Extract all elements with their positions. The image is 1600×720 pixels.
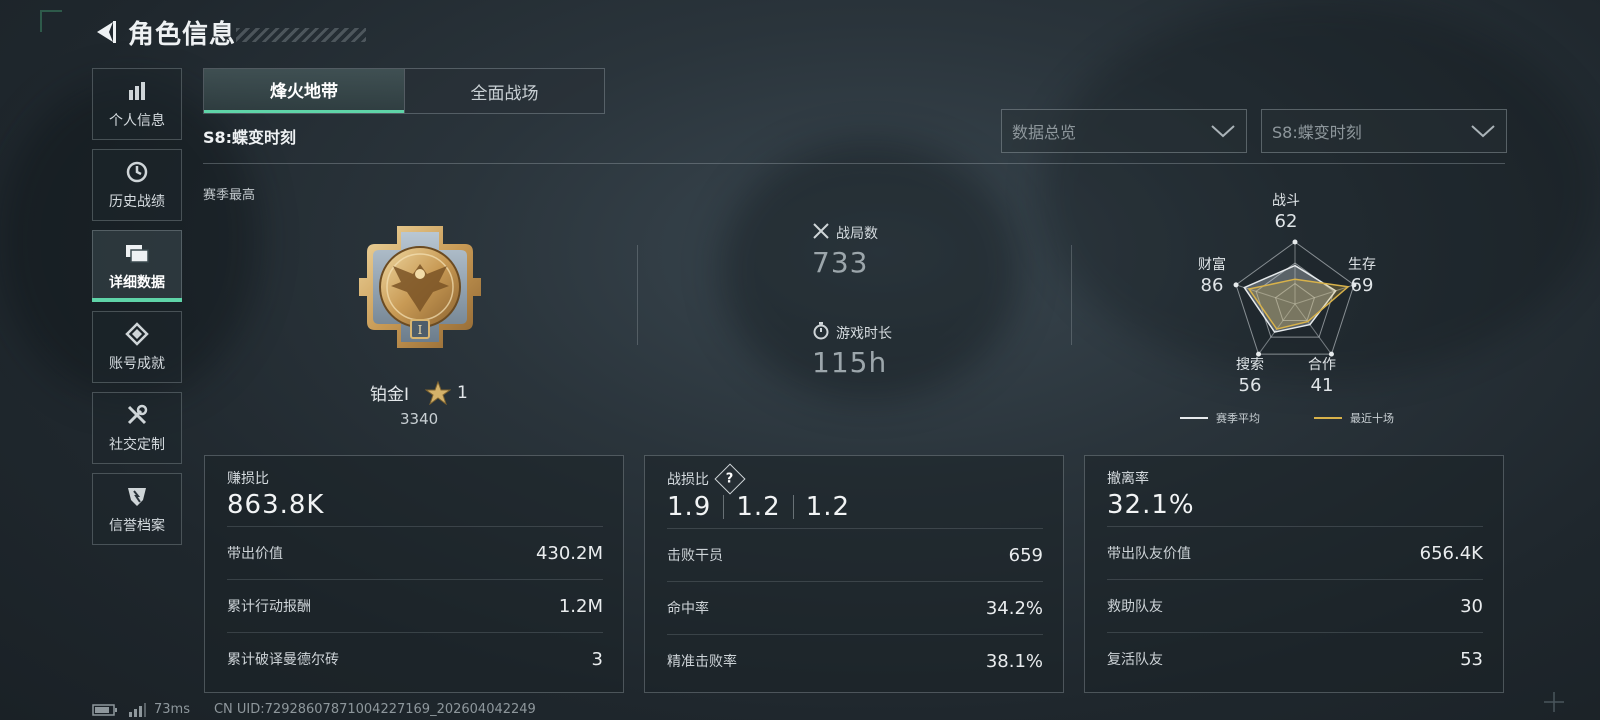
kd-value-2: 1.2 xyxy=(736,492,781,522)
battery-icon xyxy=(92,703,117,716)
card-value: 32.1% xyxy=(1107,490,1195,520)
sidebar: 个人信息 历史战绩 详细数据 账号成就 社交定制 信誉档案 xyxy=(92,68,182,554)
back-arrow-icon xyxy=(97,21,116,43)
tools-icon xyxy=(124,402,150,428)
sidebar-item-label: 历史战绩 xyxy=(109,194,165,210)
dropdown-value: 数据总览 xyxy=(1012,123,1077,142)
kd-values: 1.9 1.2 1.2 xyxy=(667,492,1043,522)
bar-chart-icon xyxy=(124,78,150,104)
playtime-value: 115h xyxy=(812,346,888,379)
corner-decoration xyxy=(40,10,62,32)
extract-card: 撤离率 32.1% 带出队友价值 656.4K 救助队友 30 复活队友 53 xyxy=(1084,455,1504,693)
list-item: 累计行动报酬 1.2M xyxy=(227,579,603,632)
svg-text:I: I xyxy=(418,323,423,337)
sidebar-item-social[interactable]: 社交定制 xyxy=(92,392,182,464)
star-icon xyxy=(425,380,452,405)
platinum-rank-emblem-icon: I xyxy=(359,226,481,348)
radar-label-search: 搜索 56 xyxy=(1236,357,1264,396)
sidebar-item-label: 账号成就 xyxy=(109,356,165,372)
rank-badge: I xyxy=(355,222,485,356)
sidebar-item-label: 社交定制 xyxy=(109,437,165,453)
kd-value-1: 1.9 xyxy=(667,492,712,522)
crossed-swords-icon xyxy=(812,222,830,244)
season-high-label: 赛季最高 xyxy=(203,188,256,203)
sidebar-item-achievements[interactable]: 账号成就 xyxy=(92,311,182,383)
status-bar: 73ms CN UID:7292860787100422716​9_202604… xyxy=(92,702,536,717)
list-item: 命中率 34.2% xyxy=(667,581,1043,634)
sidebar-item-personal-info[interactable]: 个人信息 xyxy=(92,68,182,140)
matches-stat: 战局数 733 xyxy=(812,222,878,279)
legend-item-season-avg: 赛季平均 xyxy=(1180,410,1260,426)
combat-card: 战损比 ? 1.9 1.2 1.2 击败干员 659 命中率 34.2% 精准击败率… xyxy=(644,455,1064,693)
shield-badge-icon xyxy=(124,483,150,509)
sidebar-item-label: 信誉档案 xyxy=(109,518,165,534)
tab-warfare[interactable]: 全面战场 xyxy=(404,69,604,113)
card-value: 863.8K xyxy=(227,490,325,520)
radar-legend: 赛季平均 最近十场 xyxy=(1180,410,1448,426)
divider xyxy=(637,245,638,345)
card-label: 战损比 xyxy=(667,472,709,488)
playtime-label: 游戏时长 xyxy=(836,326,892,342)
back-button[interactable] xyxy=(90,17,120,47)
radar-label-survival: 生存 69 xyxy=(1348,257,1376,296)
chevron-down-icon xyxy=(1471,125,1495,138)
folders-icon xyxy=(124,240,150,266)
list-item: 救助队友 30 xyxy=(1107,579,1483,632)
profit-card: 赚损比 863.8K 带出价值 430.2M 累计行动报酬 1.2M 累计破译曼德尔… xyxy=(204,455,624,693)
help-icon[interactable]: ? xyxy=(714,463,746,495)
list-item: 带出队友价值 656.4K xyxy=(1107,526,1483,579)
signal-icon xyxy=(129,702,146,717)
achievement-icon xyxy=(124,321,150,347)
divider xyxy=(203,163,1505,164)
sidebar-item-label: 详细数据 xyxy=(109,275,165,291)
list-item: 击败干员 659 xyxy=(667,528,1043,581)
page-title: 角色信息 xyxy=(128,19,237,50)
ping-value: 73ms xyxy=(154,702,190,717)
card-label: 撤离率 xyxy=(1107,471,1149,487)
sidebar-item-detailed-data[interactable]: 详细数据 xyxy=(92,230,182,302)
sidebar-item-history[interactable]: 历史战绩 xyxy=(92,149,182,221)
radar-axis-dot xyxy=(1233,282,1239,288)
stopwatch-icon xyxy=(812,322,830,344)
sidebar-item-reputation[interactable]: 信誉档案 xyxy=(92,473,182,545)
sidebar-item-label: 个人信息 xyxy=(109,113,165,129)
uid-text: CN UID:7292860787100422716​9_20260404224… xyxy=(213,702,536,717)
list-item: 带出价值 430.2M xyxy=(227,526,603,579)
radar-label-combat: 战斗 62 xyxy=(1272,193,1300,232)
matches-label: 战局数 xyxy=(836,226,878,242)
list-item: 复活队友 53 xyxy=(1107,632,1483,685)
radar-label-wealth: 财富 86 xyxy=(1198,257,1226,296)
list-item: 精准击败率 38.1% xyxy=(667,634,1043,687)
page-header: 角色信息 xyxy=(90,14,367,50)
rank-stars: 1 xyxy=(457,382,468,403)
radar-label-teamwork: 合作 41 xyxy=(1308,357,1336,396)
divider xyxy=(1071,245,1072,345)
data-overview-dropdown[interactable]: 数据总览 xyxy=(1001,109,1247,153)
rank-points: 3340 xyxy=(400,410,439,428)
season-dropdown[interactable]: S8:蝶变时刻 xyxy=(1261,109,1507,153)
matches-value: 733 xyxy=(812,246,869,279)
chevron-down-icon xyxy=(1211,125,1235,138)
card-label: 赚损比 xyxy=(227,471,269,487)
kd-value-3: 1.2 xyxy=(805,492,851,522)
legend-item-recent: 最近十场 xyxy=(1314,410,1394,426)
tab-operations[interactable]: 烽火地带 xyxy=(204,69,404,113)
title-decoration xyxy=(236,28,367,42)
radar-axis-dot xyxy=(1292,239,1298,245)
rank-name-row: 铂金Ⅰ 1 xyxy=(370,380,468,405)
card-label-row: 战损比 ? xyxy=(667,463,1043,495)
mode-tabs: 烽火地带 全面战场 xyxy=(203,68,605,114)
dropdown-value: S8:蝶变时刻 xyxy=(1272,123,1362,142)
playtime-stat: 游戏时长 115h xyxy=(812,322,892,379)
rank-name: 铂金Ⅰ xyxy=(370,385,410,405)
list-item: 累计破译曼德尔砖 3 xyxy=(227,632,603,685)
clock-icon xyxy=(124,159,150,185)
plus-icon xyxy=(1544,692,1564,712)
season-label: S8:蝶变时刻 xyxy=(203,128,297,147)
